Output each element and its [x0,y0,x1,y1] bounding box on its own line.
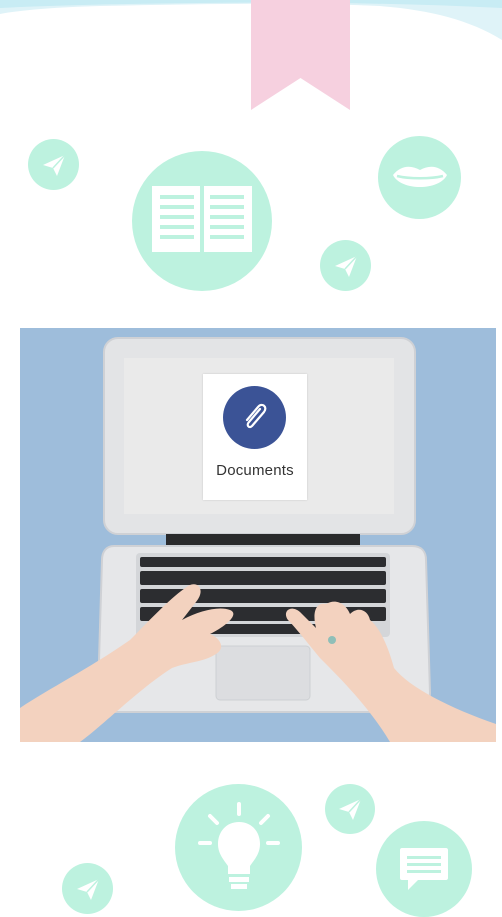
documents-card[interactable]: Documents [203,374,307,500]
paper-plane-icon [320,240,371,291]
paper-plane-icon [28,139,79,190]
laptop-photo: Documents [20,328,496,742]
card-title: Documents [216,462,294,479]
book-icon [132,151,272,291]
speech-bubble-icon [376,821,472,917]
paper-plane-icon [62,863,113,914]
paper-plane-icon [325,784,375,834]
lips-icon [378,136,461,219]
paperclip-icon [223,386,286,449]
bookmark-icon [251,0,350,110]
lightbulb-icon [175,784,302,911]
